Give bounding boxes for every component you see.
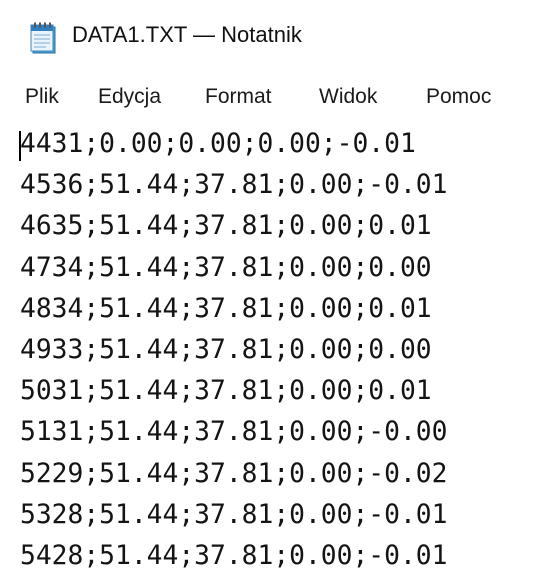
menu-item-edycja[interactable]: Edycja bbox=[98, 82, 161, 112]
title-bar[interactable]: DATA1.TXT — Notatnik bbox=[0, 0, 550, 78]
text-line: 4834;51.44;37.81;0.00;0.01 bbox=[20, 293, 432, 324]
menu-item-widok[interactable]: Widok bbox=[319, 82, 377, 112]
text-line: 4536;51.44;37.81;0.00;-0.01 bbox=[20, 170, 448, 201]
text-line: 5229;51.44;37.81;0.00;-0.02 bbox=[20, 458, 448, 489]
text-line: 5131;51.44;37.81;0.00;-0.00 bbox=[20, 417, 448, 448]
menu-item-pomoc[interactable]: Pomoc bbox=[426, 82, 491, 112]
text-line: 4635;51.44;37.81;0.00;0.01 bbox=[20, 211, 432, 242]
text-line: 4933;51.44;37.81;0.00;0.00 bbox=[20, 334, 432, 365]
text-line: 5428;51.44;37.81;0.00;-0.01 bbox=[20, 540, 448, 571]
menu-item-plik[interactable]: Plik bbox=[25, 82, 59, 112]
text-line: 5031;51.44;37.81;0.00;0.01 bbox=[20, 376, 432, 407]
menu-bar: Plik Edycja Format Widok Pomoc bbox=[0, 78, 550, 114]
notepad-icon bbox=[30, 22, 56, 54]
text-lines: 4431;0.00;0.00;0.00;-0.01 4536;51.44;37.… bbox=[20, 124, 447, 577]
window-title: DATA1.TXT — Notatnik bbox=[72, 22, 302, 47]
text-editor[interactable]: 4431;0.00;0.00;0.00;-0.01 4536;51.44;37.… bbox=[0, 116, 550, 587]
notepad-window: DATA1.TXT — Notatnik Plik Edycja Format … bbox=[0, 0, 550, 587]
text-line: 5328;51.44;37.81;0.00;-0.01 bbox=[20, 499, 448, 530]
menu-item-format[interactable]: Format bbox=[205, 82, 272, 112]
text-line: 4734;51.44;37.81;0.00;0.00 bbox=[20, 252, 432, 283]
text-line: 4431;0.00;0.00;0.00;-0.01 bbox=[20, 129, 416, 159]
